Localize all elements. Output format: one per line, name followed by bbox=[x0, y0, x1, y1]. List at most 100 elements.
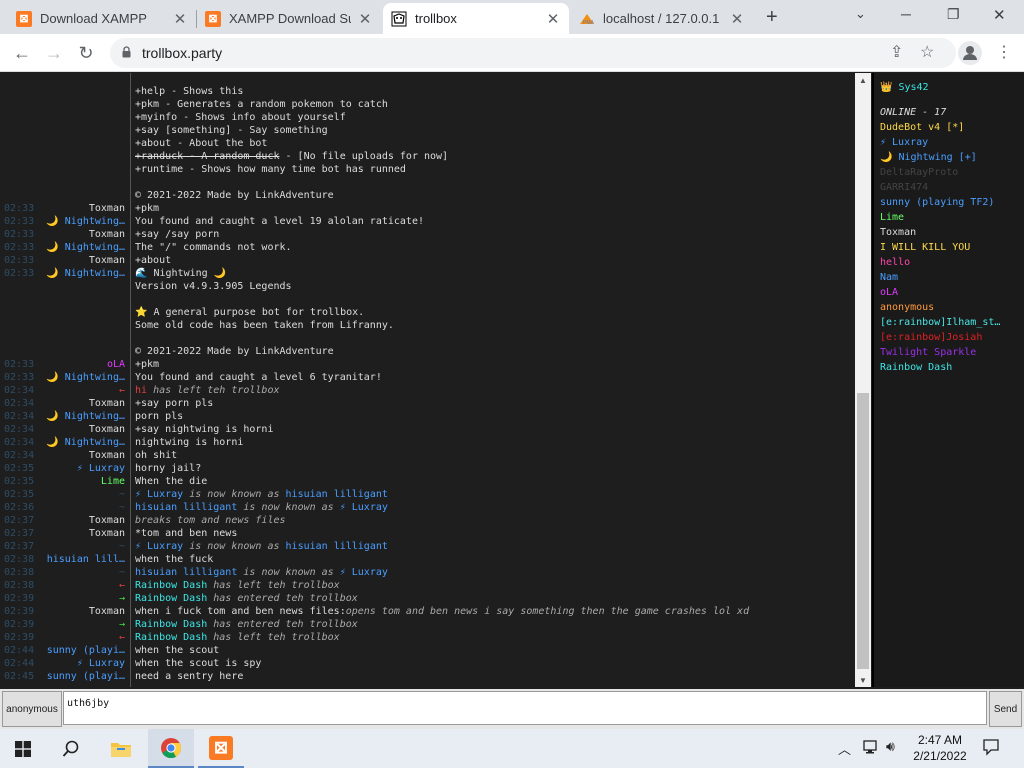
message-nick[interactable]: sunny (playi… bbox=[47, 644, 125, 657]
scroll-up-icon[interactable]: ▲ bbox=[859, 76, 867, 85]
message-nick[interactable]: Toxman bbox=[89, 202, 125, 215]
profile-avatar-icon[interactable] bbox=[958, 41, 982, 65]
volume-icon[interactable]: 🔊︎ bbox=[886, 738, 895, 755]
message-nick[interactable]: 🌙 Nightwing… bbox=[46, 267, 125, 280]
message-nick[interactable]: Toxman bbox=[89, 527, 125, 540]
file-explorer-icon[interactable] bbox=[98, 729, 144, 768]
windows-start-icon[interactable] bbox=[0, 729, 46, 768]
tab-download-xampp[interactable]: ⊠ Download XAMPP ✕ bbox=[8, 3, 196, 34]
message-text: You found and caught a level 6 tyranitar… bbox=[135, 372, 382, 383]
online-user[interactable]: Lime bbox=[880, 210, 1024, 225]
message-nick[interactable]: ~ bbox=[119, 540, 125, 553]
tab-localhost-phpmyadmin[interactable]: PMA localhost / 127.0.0.1 | p ✕ bbox=[571, 3, 753, 34]
xampp-taskbar-icon[interactable]: ⊠ bbox=[198, 729, 244, 768]
message-nick[interactable]: Lime bbox=[101, 475, 125, 488]
chat-message-row: 02:37 ~ ⚡ Luxray is now known as hisuian l… bbox=[0, 540, 854, 553]
close-tab-icon[interactable]: ✕ bbox=[357, 10, 373, 28]
menu-kebab-icon[interactable]: ⋮ bbox=[996, 42, 1012, 62]
message-nick[interactable]: Toxman bbox=[89, 397, 125, 410]
message-text: ⚡ Luxray is now known as hisuian lilliga… bbox=[135, 541, 388, 552]
share-icon[interactable]: ⇪ bbox=[890, 43, 903, 63]
reload-icon[interactable]: ↻ bbox=[75, 42, 97, 64]
chat-message-row bbox=[0, 332, 854, 345]
message-nick[interactable]: oLA bbox=[107, 358, 125, 371]
online-user[interactable]: Rainbow Dash bbox=[880, 360, 1024, 375]
message-nick[interactable]: 🌙 Nightwing… bbox=[46, 241, 125, 254]
minimize-button[interactable]: ─ bbox=[901, 6, 911, 22]
message-nick[interactable]: sunny (playi… bbox=[47, 670, 125, 683]
tab-trollbox[interactable]: trollbox ✕ bbox=[383, 3, 569, 34]
online-user[interactable]: Toxman bbox=[880, 225, 1024, 240]
online-user[interactable]: 🌙 Nightwing [+] bbox=[880, 150, 1024, 165]
online-user[interactable]: oLA bbox=[880, 285, 1024, 300]
message-nick[interactable]: ← bbox=[119, 384, 125, 397]
online-user[interactable]: [e:rainbow]Josiah bbox=[880, 330, 1024, 345]
message-nick[interactable]: Toxman bbox=[89, 423, 125, 436]
new-tab-button[interactable]: + bbox=[766, 6, 778, 29]
taskbar-clock[interactable]: 2:47 AM 2/21/2022 bbox=[905, 732, 975, 764]
message-nick[interactable]: 🌙 Nightwing… bbox=[46, 215, 125, 228]
message-nick[interactable]: 🌙 Nightwing… bbox=[46, 436, 125, 449]
tab-search-icon[interactable]: ⌄ bbox=[855, 6, 866, 22]
online-user[interactable]: Twilight Sparkle bbox=[880, 345, 1024, 360]
online-user[interactable]: sunny (playing TF2) bbox=[880, 195, 1024, 210]
message-text: +help - Shows this bbox=[135, 86, 244, 97]
back-arrow-icon[interactable]: ← bbox=[11, 42, 33, 64]
message-timestamp: 02:33 bbox=[4, 242, 35, 253]
close-tab-icon[interactable]: ✕ bbox=[729, 10, 745, 28]
online-user[interactable]: [e:rainbow]Ilham_st… bbox=[880, 315, 1024, 330]
network-icon[interactable] bbox=[862, 738, 880, 761]
search-icon[interactable] bbox=[48, 729, 94, 768]
online-user[interactable]: GARRI474 bbox=[880, 180, 1024, 195]
message-text: When the die bbox=[135, 476, 208, 487]
online-user[interactable]: Nam bbox=[880, 270, 1024, 285]
close-tab-icon[interactable]: ✕ bbox=[172, 10, 188, 28]
message-nick[interactable]: Toxman bbox=[89, 605, 125, 618]
message-nick[interactable]: Toxman bbox=[89, 254, 125, 267]
scrollbar-thumb[interactable] bbox=[857, 393, 869, 669]
message-nick[interactable]: ← bbox=[119, 579, 125, 592]
scroll-down-icon[interactable]: ▼ bbox=[859, 676, 867, 685]
omnibox[interactable]: trollbox.party ⇪ ☆ bbox=[110, 38, 956, 68]
message-nick[interactable]: ~ bbox=[119, 566, 125, 579]
chrome-taskbar-icon[interactable] bbox=[148, 729, 194, 768]
message-nick[interactable]: → bbox=[119, 618, 125, 631]
nickname-button[interactable]: anonymous bbox=[2, 691, 62, 727]
message-nick[interactable]: ~ bbox=[119, 488, 125, 501]
close-tab-icon[interactable]: ✕ bbox=[545, 10, 561, 28]
message-nick[interactable]: Toxman bbox=[89, 449, 125, 462]
online-user[interactable]: anonymous bbox=[880, 300, 1024, 315]
send-button[interactable]: Send bbox=[989, 691, 1022, 727]
tab-xampp-download-success[interactable]: ⊠ XAMPP Download Succ ✕ bbox=[197, 3, 381, 34]
online-user[interactable]: DudeBot v4 [*] bbox=[880, 120, 1024, 135]
bookmark-star-icon[interactable]: ☆ bbox=[920, 43, 934, 63]
message-nick[interactable]: ⚡ Luxray bbox=[77, 462, 125, 475]
message-text: porn pls bbox=[135, 411, 184, 422]
online-user[interactable]: ⚡ Luxray bbox=[880, 135, 1024, 150]
message-text: Rainbow Dash has left teh trollbox bbox=[135, 632, 340, 643]
chevron-up-icon[interactable]: ︿ bbox=[838, 739, 851, 758]
message-nick[interactable]: hisuian lill… bbox=[47, 553, 125, 566]
message-nick[interactable]: → bbox=[119, 592, 125, 605]
message-nick[interactable]: ⚡ Luxray bbox=[77, 657, 125, 670]
message-nick[interactable]: Toxman bbox=[89, 514, 125, 527]
message-input[interactable]: uth6jby bbox=[63, 691, 987, 725]
forward-arrow-icon[interactable]: → bbox=[43, 42, 65, 64]
message-nick[interactable]: 🌙 Nightwing… bbox=[46, 410, 125, 423]
message-timestamp: 02:34 bbox=[4, 411, 35, 422]
message-text: +about - About the bot bbox=[135, 138, 268, 149]
chat-message-row: 02:38 ~ hisuian lilligant is now known as … bbox=[0, 566, 854, 579]
message-nick[interactable]: 🌙 Nightwing… bbox=[46, 371, 125, 384]
message-nick[interactable]: ~ bbox=[119, 501, 125, 514]
message-nick[interactable]: ← bbox=[119, 631, 125, 644]
chat-message-row: 02:35 ~ ⚡ Luxray is now known as hisuian l… bbox=[0, 488, 854, 501]
close-window-button[interactable]: ✕ bbox=[993, 6, 1006, 24]
online-user[interactable]: DeltaRayProto bbox=[880, 165, 1024, 180]
notification-icon[interactable] bbox=[982, 738, 1000, 761]
restore-button[interactable]: ❐ bbox=[947, 6, 960, 23]
chat-scrollbar[interactable]: ▲ ▼ bbox=[855, 73, 871, 687]
trollbox-icon bbox=[391, 11, 407, 27]
message-nick[interactable]: Toxman bbox=[89, 228, 125, 241]
online-user[interactable]: I WILL KILL YOU bbox=[880, 240, 1024, 255]
online-user[interactable]: hello bbox=[880, 255, 1024, 270]
